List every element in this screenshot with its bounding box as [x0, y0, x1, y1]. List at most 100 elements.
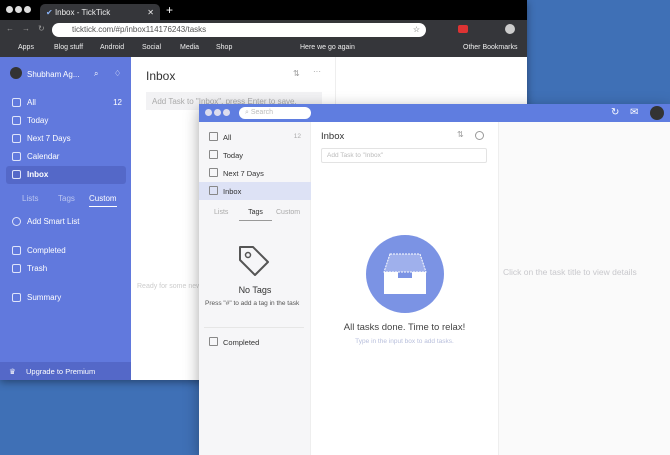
- close-tab-icon[interactable]: ✕: [147, 8, 154, 17]
- window-controls[interactable]: [205, 109, 231, 118]
- plus-circle-icon: [12, 217, 21, 226]
- crown-icon: ♛: [9, 367, 16, 376]
- inbox-icon: [209, 186, 218, 195]
- notification-icon[interactable]: ♢: [114, 69, 121, 78]
- app-titlebar: ⌕ Search ↻ ✉: [199, 104, 670, 122]
- avatar[interactable]: [10, 67, 22, 79]
- today-icon: [209, 150, 218, 159]
- sidebar-item-completed[interactable]: Completed: [6, 242, 126, 260]
- app-detail-pane: Click on the task title to view details: [498, 122, 670, 455]
- details-hint: Click on the task title to view details: [503, 267, 637, 277]
- placeholder: Add Task to "Inbox": [327, 152, 384, 159]
- new-tab-button[interactable]: +: [166, 3, 173, 17]
- calendar-7-icon: [209, 168, 218, 177]
- bookmark[interactable]: Apps: [18, 44, 34, 51]
- calendar-7-icon: [12, 134, 21, 143]
- more-icon[interactable]: [475, 131, 484, 140]
- tab-bar: ✔ Inbox - TickTick ✕ +: [0, 0, 527, 20]
- bookmarks-bar: Apps Blog stuff Android Social Media Sho…: [0, 40, 527, 57]
- sidebar-item-trash[interactable]: Trash: [6, 260, 126, 278]
- label: Trash: [27, 264, 48, 273]
- label: Next 7 Days: [27, 134, 71, 143]
- more-icon[interactable]: ···: [313, 67, 321, 76]
- sidebar-item-completed[interactable]: Completed: [199, 333, 311, 351]
- no-tags-title: No Tags: [238, 285, 272, 295]
- empty-text: Ready for some new: [137, 283, 202, 290]
- tab-lists[interactable]: Lists: [22, 194, 38, 203]
- bookmark[interactable]: Social: [142, 44, 161, 51]
- sidebar-item-calendar[interactable]: Calendar: [6, 148, 126, 166]
- label: Next 7 Days: [223, 169, 264, 178]
- label: Calendar: [27, 152, 60, 161]
- sidebar-item-today[interactable]: Today: [199, 146, 311, 164]
- address-bar[interactable]: ticktick.com/#p/inbox114176243/tasks ☆: [52, 23, 426, 37]
- sidebar-item-summary[interactable]: Summary: [6, 289, 126, 307]
- bookmark[interactable]: Here we go again: [300, 44, 355, 51]
- star-icon[interactable]: ☆: [413, 25, 420, 34]
- sidebar-item-inbox[interactable]: Inbox: [6, 166, 126, 184]
- tag-icon: [239, 246, 269, 276]
- empty-hint: Type in the input box to add tasks.: [355, 338, 454, 345]
- sort-icon[interactable]: ⇅: [457, 130, 464, 139]
- bookmark[interactable]: Media: [180, 44, 199, 51]
- label: Inbox: [223, 187, 242, 196]
- calendar-icon: [12, 152, 21, 161]
- inbox-icon: [12, 170, 21, 179]
- search-input[interactable]: ⌕ Search: [239, 107, 311, 119]
- label: Today: [27, 116, 49, 125]
- extension-icon[interactable]: [458, 25, 468, 33]
- reload-icon[interactable]: ↻: [38, 24, 45, 33]
- count: 12: [293, 133, 301, 140]
- trash-icon: [12, 264, 21, 273]
- inbox-illustration-icon: [366, 235, 444, 313]
- page-title: Inbox: [146, 69, 176, 83]
- desktop-app-window: ⌕ Search ↻ ✉ All 12 Today Next 7 Days Inb…: [199, 104, 670, 455]
- label: All: [223, 133, 232, 142]
- sidebar-item-next7[interactable]: Next 7 Days: [6, 130, 126, 148]
- label: Add Smart List: [27, 217, 80, 226]
- label: Completed: [27, 246, 66, 255]
- other-bookmarks[interactable]: Other Bookmarks: [463, 44, 517, 51]
- avatar[interactable]: [650, 106, 664, 120]
- placeholder: Search: [250, 109, 274, 116]
- add-task-input[interactable]: Add Task to "Inbox": [321, 148, 487, 163]
- tab-custom[interactable]: Custom: [276, 209, 300, 216]
- sort-icon[interactable]: ⇅: [293, 69, 300, 78]
- sidebar-item-next7[interactable]: Next 7 Days: [199, 164, 311, 182]
- web-sidebar: Shubham Ag... ⌕ ♢ All 12 Today Next 7 Day…: [0, 57, 131, 380]
- tab-tags[interactable]: Tags: [239, 209, 272, 221]
- today-icon: [12, 116, 21, 125]
- window-controls[interactable]: [6, 6, 32, 15]
- back-icon[interactable]: ←: [6, 24, 14, 33]
- label: Upgrade to Premium: [26, 367, 96, 376]
- url-text: ticktick.com/#p/inbox114176243/tasks: [72, 25, 207, 34]
- mail-icon[interactable]: ✉: [630, 107, 638, 118]
- profile-avatar[interactable]: [505, 24, 515, 34]
- summary-icon: [12, 293, 21, 302]
- count: 12: [113, 98, 122, 107]
- no-tags-hint: Press "#" to add a tag in the task: [205, 300, 300, 307]
- page-title: Inbox: [321, 131, 345, 142]
- bookmark[interactable]: Shop: [216, 44, 232, 51]
- tab-custom[interactable]: Custom: [89, 194, 117, 207]
- divider: [204, 327, 304, 328]
- tab-inbox[interactable]: ✔ Inbox - TickTick ✕: [40, 4, 160, 20]
- sidebar-item-inbox[interactable]: Inbox: [199, 182, 311, 200]
- upgrade-button[interactable]: ♛ Upgrade to Premium: [0, 362, 131, 380]
- forward-icon[interactable]: →: [22, 24, 30, 33]
- sidebar-item-all[interactable]: All 12: [199, 128, 311, 146]
- tab-lists[interactable]: Lists: [214, 209, 228, 216]
- check-icon: [12, 246, 21, 255]
- user-name[interactable]: Shubham Ag...: [27, 70, 79, 79]
- add-smart-list[interactable]: Add Smart List: [6, 213, 126, 231]
- search-icon[interactable]: ⌕: [94, 69, 98, 79]
- ticktick-icon: ✔: [46, 8, 53, 17]
- sidebar-item-all[interactable]: All 12: [6, 94, 126, 112]
- sidebar-item-today[interactable]: Today: [6, 112, 126, 130]
- bookmark[interactable]: Android: [100, 44, 124, 51]
- bookmark[interactable]: Blog stuff: [54, 44, 83, 51]
- all-icon: [12, 98, 21, 107]
- sync-icon[interactable]: ↻: [611, 107, 619, 118]
- tab-tags[interactable]: Tags: [58, 194, 75, 203]
- all-icon: [209, 132, 218, 141]
